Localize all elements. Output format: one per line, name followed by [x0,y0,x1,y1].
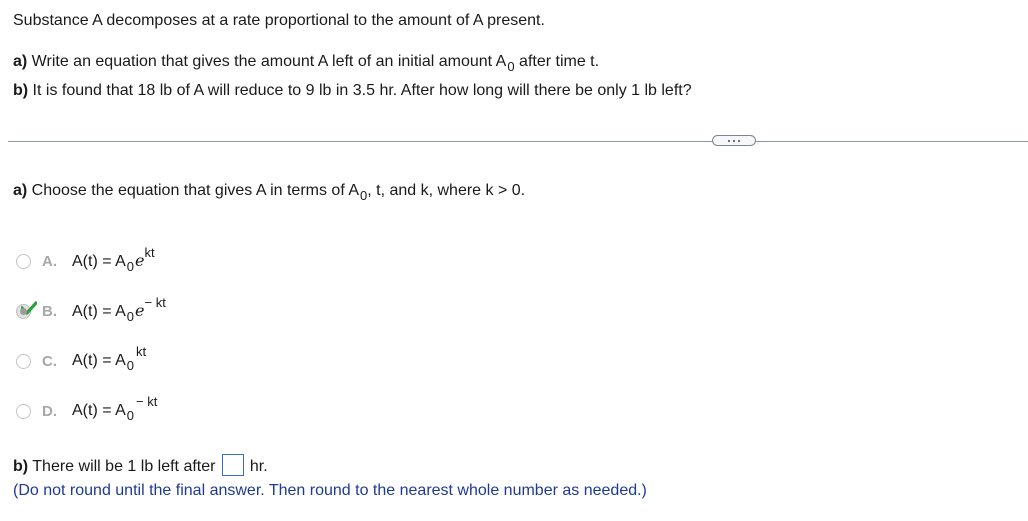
equation-subscript: 0 [126,358,135,373]
part-b-label: b) [13,82,29,99]
answer-unit: hr. [249,458,268,476]
expand-more-button[interactable] [712,135,756,146]
rounding-hint: (Do not round until the final answer. Th… [13,482,647,500]
choice-equation: A(t) = A0ekt [72,245,155,274]
checkmark-icon [21,300,37,315]
choice-c[interactable]: C. A(t) = A0kt [16,344,146,373]
question-a-text: Choose the equation that gives A in term… [27,182,359,199]
problem-part-a: a) Write an equation that gives the amou… [13,53,600,74]
part-a-text: Write an equation that gives the amount … [27,53,507,70]
equation-lhs: A(t) = A [72,402,126,419]
section-divider [8,141,1028,142]
choice-letter: A. [42,252,57,270]
problem-intro: Substance A decomposes at a rate proport… [13,12,545,30]
answer-input[interactable] [221,454,244,476]
choice-letter: C. [42,352,57,370]
question-a-subscript: 0 [360,188,368,203]
choice-letter: B. [42,302,57,320]
equation-subscript: 0 [126,309,135,324]
part-a-subscript: 0 [507,59,515,74]
equation-subscript: 0 [126,408,135,423]
equation-lhs: A(t) = A [72,253,126,270]
question-b-text: There will be 1 lb left after [28,458,220,476]
problem-part-b: b) It is found that 18 lb of A will redu… [13,82,692,100]
equation-base: e [135,301,145,320]
choice-equation: A(t) = A0− kt [72,394,157,423]
question-a-prompt: a) Choose the equation that gives A in t… [13,182,526,203]
equation-subscript: 0 [126,259,135,274]
equation-exponent: kt [136,344,147,359]
choice-a[interactable]: A. A(t) = A0ekt [16,245,155,274]
radio-button[interactable] [16,403,31,419]
choice-equation: A(t) = A0kt [72,344,146,373]
ellipsis-icon-dot [738,139,740,142]
equation-lhs: A(t) = A [72,303,126,320]
equation-exponent: − kt [144,295,166,310]
radio-button-selected[interactable] [16,300,37,319]
equation-exponent: kt [144,245,155,260]
part-a-label: a) [13,53,28,70]
choice-equation: A(t) = A0e− kt [72,295,166,324]
question-a-text-after: , t, and k, where k > 0. [367,182,526,199]
ellipsis-icon [728,139,730,142]
radio-button[interactable] [16,253,31,269]
choice-d[interactable]: D. A(t) = A0− kt [16,394,157,423]
choice-b[interactable]: B. A(t) = A0e− kt [16,295,166,324]
choice-letter: D. [42,402,57,420]
question-b-label: b) [13,458,29,476]
part-a-text-after: after time t. [514,53,600,70]
question-a-label: a) [13,182,28,199]
rounding-hint-text: (Do not round until the final answer. Th… [13,482,647,499]
equation-exponent: − kt [136,394,158,409]
radio-button[interactable] [16,353,31,369]
part-b-text: It is found that 18 lb of A will reduce … [28,82,692,99]
equation-base: e [135,251,145,270]
equation-lhs: A(t) = A [72,352,126,369]
question-b-prompt: b) There will be 1 lb left after hr. [13,454,268,478]
ellipsis-icon-dot [733,139,735,142]
problem-intro-text: Substance A decomposes at a rate proport… [13,12,545,29]
